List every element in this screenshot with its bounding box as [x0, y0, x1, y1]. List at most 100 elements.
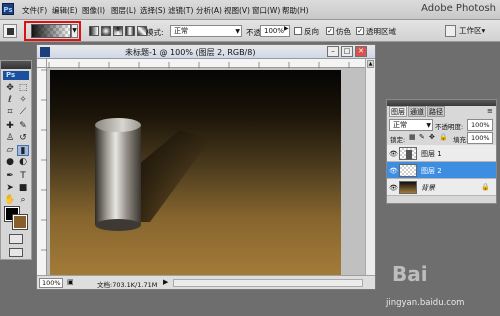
history-brush-tool-icon[interactable]: ↺ [17, 133, 29, 144]
reflected-gradient-button[interactable] [125, 26, 135, 36]
screen-mode-button[interactable] [9, 248, 23, 257]
linear-gradient-button[interactable] [89, 26, 99, 36]
brush-tool-icon[interactable]: ✎ [17, 121, 29, 132]
ruler-origin[interactable] [37, 59, 47, 68]
fill-field[interactable]: 100% [467, 132, 493, 144]
marquee-tool-icon[interactable]: ⬚ [17, 83, 29, 94]
move-tool-icon[interactable]: ✥ [4, 83, 16, 94]
zoom-field[interactable]: 100% [39, 278, 63, 288]
baidu-watermark-url: jingyan.baidu.com [386, 298, 465, 308]
dither-label: 仿色 [336, 27, 351, 36]
photoshop-app-icon[interactable]: Ps [2, 3, 14, 15]
image-canvas[interactable] [50, 70, 341, 275]
tab-channels[interactable]: 通道 [408, 106, 426, 117]
tool-preset-picker[interactable] [3, 24, 17, 38]
canvas-area[interactable] [47, 68, 365, 275]
cylinder-bottom [95, 219, 141, 231]
layer-name[interactable]: 背景 [421, 183, 435, 193]
angle-gradient-button[interactable] [113, 26, 123, 36]
layer-row[interactable]: 👁 图层 1 [387, 145, 496, 162]
menu-layer[interactable]: 图层(L) [111, 5, 136, 16]
layer-name[interactable]: 图层 1 [421, 149, 442, 159]
eye-icon[interactable]: 👁 [389, 184, 398, 192]
path-selection-tool-icon[interactable]: ➤ [4, 183, 16, 194]
type-tool-icon[interactable]: T [17, 171, 29, 182]
eye-icon[interactable]: 👁 [389, 167, 398, 175]
layer-row[interactable]: 👁 背景 🔒 [387, 179, 496, 196]
healing-brush-tool-icon[interactable]: ✚ [4, 121, 16, 132]
shape-tool-icon[interactable]: ■ [17, 183, 29, 194]
crop-tool-icon[interactable]: ⌗ [4, 107, 16, 118]
document-titlebar[interactable]: 未标题-1 @ 100% (图层 2, RGB/8) – □ ✕ [37, 45, 375, 59]
toolbox-handle[interactable] [1, 61, 31, 69]
layer-thumbnail [399, 181, 417, 194]
slice-tool-icon[interactable]: ⟋ [17, 107, 29, 118]
scroll-up-button[interactable]: ▲ [367, 60, 374, 68]
cylinder-render [95, 118, 210, 231]
blend-mode-select[interactable]: 正常 ▼ [389, 119, 433, 131]
photoshop-window: Ps 文件(F) 编辑(E) 图像(I) 图层(L) 选择(S) 滤镜(T) 分… [0, 0, 500, 316]
workspace-button[interactable]: 工作区▾ [459, 24, 500, 38]
menu-window[interactable]: 窗口(W) [252, 5, 280, 16]
panel-menu-icon[interactable]: ≡ [487, 107, 493, 115]
cylinder-top [95, 118, 141, 132]
cylinder-body [95, 125, 141, 225]
pen-tool-icon[interactable]: ✒ [4, 171, 16, 182]
menu-filter[interactable]: 滤镜(T) [168, 5, 193, 16]
fill-value: 100% [471, 134, 490, 142]
vertical-ruler[interactable] [37, 68, 47, 275]
zoom-tool-icon[interactable]: ⌕ [17, 195, 29, 206]
menu-edit[interactable]: 编辑(E) [52, 5, 78, 16]
tab-paths[interactable]: 路径 [427, 106, 445, 117]
lock-pixels-icon[interactable]: ✎ [419, 133, 425, 141]
baidu-watermark-logo: Bai [392, 262, 428, 286]
mode-select[interactable]: 正常 ▼ [170, 25, 242, 37]
dock-icon[interactable] [445, 25, 456, 37]
gradient-tool-icon[interactable]: ▮ [17, 145, 29, 156]
opacity-arrow-icon[interactable]: ▶ [284, 25, 289, 32]
transparency-checkbox[interactable]: ✓ [356, 27, 364, 35]
gradient-picker-dropdown[interactable]: ▼ [71, 24, 78, 38]
ruler-ticks [48, 62, 350, 68]
eye-icon[interactable]: 👁 [389, 150, 398, 158]
background-color-swatch[interactable] [12, 214, 28, 230]
lock-all-icon[interactable]: 🔒 [439, 133, 448, 141]
lock-position-icon[interactable]: ✥ [429, 133, 435, 141]
eraser-tool-icon[interactable]: ▱ [4, 145, 16, 156]
horizontal-scrollbar[interactable] [173, 279, 363, 287]
dither-checkbox[interactable]: ✓ [326, 27, 334, 35]
hand-tool-icon[interactable]: ✋ [4, 195, 16, 206]
layer-row-selected[interactable]: 👁 图层 2 [387, 162, 496, 179]
cylinder-shadow [138, 130, 210, 222]
gradient-tool-icon [7, 28, 14, 35]
menu-help[interactable]: 帮助(H) [282, 5, 309, 16]
dodge-tool-icon[interactable]: ◐ [17, 157, 29, 168]
reverse-checkbox[interactable] [294, 27, 302, 35]
maximize-button[interactable]: □ [341, 46, 353, 57]
menu-select[interactable]: 选择(S) [140, 5, 166, 16]
minimize-button[interactable]: – [327, 46, 339, 57]
radial-gradient-button[interactable] [101, 26, 111, 36]
menu-analysis[interactable]: 分析(A) [196, 5, 222, 16]
lasso-tool-icon[interactable]: ℓ [4, 95, 16, 106]
chevron-down-icon: ▼ [426, 122, 431, 129]
close-button[interactable]: ✕ [355, 46, 367, 57]
mode-value: 正常 [174, 27, 188, 35]
layer-name[interactable]: 图层 2 [421, 166, 442, 176]
magic-wand-tool-icon[interactable]: ✧ [17, 95, 29, 106]
info-arrow-icon[interactable]: ▶ [163, 278, 168, 286]
layer-opacity-field[interactable]: 100% [467, 119, 493, 131]
horizontal-ruler[interactable] [47, 59, 365, 68]
menu-file[interactable]: 文件(F) [22, 5, 47, 16]
status-menu-icon[interactable]: ▣ [67, 278, 74, 286]
tab-layers[interactable]: 图层 [389, 106, 407, 117]
blur-tool-icon[interactable]: ● [4, 157, 16, 168]
menu-image[interactable]: 图像(I) [82, 5, 105, 16]
layers-panel: 图层 通道 路径 ≡ 正常 ▼ 不透明度: 100% 锁定: ▦ ✎ ✥ 🔒 填… [386, 99, 497, 204]
clone-stamp-tool-icon[interactable]: ♙ [4, 133, 16, 144]
menu-view[interactable]: 视图(V) [224, 5, 250, 16]
vertical-scrollbar[interactable]: ▲ [365, 59, 375, 275]
gradient-editor-swatch[interactable] [31, 24, 71, 38]
quick-mask-button[interactable] [9, 234, 23, 244]
lock-transparent-icon[interactable]: ▦ [409, 133, 416, 141]
